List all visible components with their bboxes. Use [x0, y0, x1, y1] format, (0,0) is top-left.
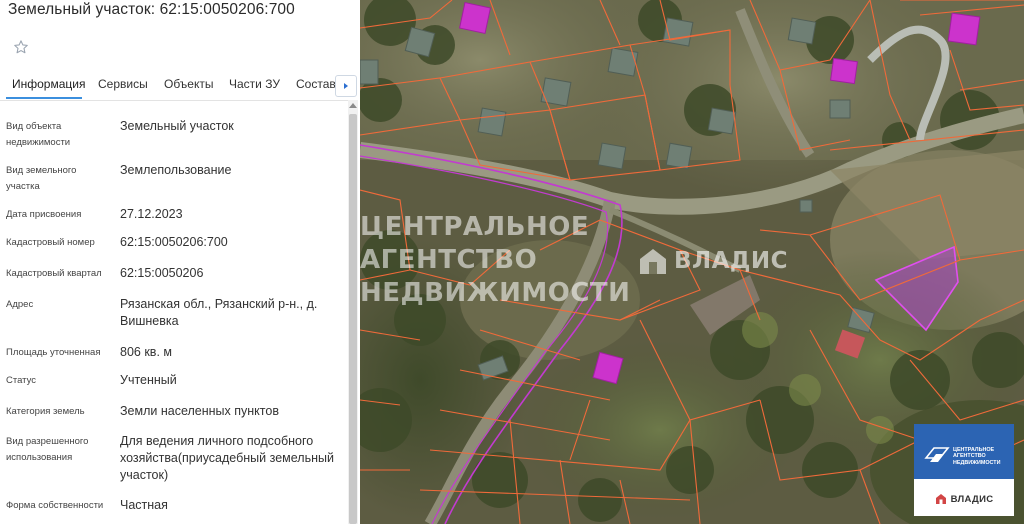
value-assigned-date: 27.12.2023: [120, 207, 183, 221]
star-icon: [14, 40, 28, 54]
value-ownership: Частная: [120, 498, 168, 512]
label-permitted-use: Вид разрешенного использования: [6, 436, 89, 463]
divider: [0, 100, 352, 101]
label-object-type: Вид объекта недвижимости: [6, 121, 71, 148]
scrollbar-thumb[interactable]: [349, 114, 357, 524]
value-land-type: Землепользование: [120, 163, 232, 177]
tab-land-parts[interactable]: Части ЗУ: [229, 77, 280, 91]
value-land-category: Земли населенных пунктов: [120, 404, 279, 418]
value-address: Рязанская обл., Рязанский р-н., д. Вишне…: [120, 297, 318, 328]
watermark-line-3: НЕДВИЖИМОСТИ: [360, 278, 631, 308]
tabs-scroll-right-button[interactable]: [335, 75, 357, 97]
label-land-type: Вид земельного участка: [6, 165, 77, 192]
tab-information[interactable]: Информация: [12, 77, 85, 91]
agency-logo-icon: [924, 447, 950, 462]
value-area: 806 кв. м: [120, 345, 172, 359]
house-logo-icon: [935, 494, 946, 504]
brand-footer-name: ВЛАДИС: [950, 493, 994, 505]
watermark-line-1: ЦЕНТРАЛЬНОЕ: [360, 212, 590, 242]
map-view[interactable]: ЦЕНТРАЛЬНОЕ АГЕНТСТВО НЕДВИЖИМОСТИ ВЛАДИ…: [360, 0, 1024, 524]
page-title: Земельный участок: 62:15:0050206:700: [8, 1, 295, 18]
favorite-button[interactable]: [6, 33, 36, 61]
tab-services[interactable]: Сервисы: [98, 77, 148, 91]
brand-name-text: ЦЕНТРАЛЬНОЕ АГЕНТСТВО НЕДВИЖИМОСТИ: [953, 447, 1001, 466]
house-logo-icon: [640, 249, 666, 274]
active-tab-indicator: [6, 97, 82, 99]
label-ownership: Форма собственности: [6, 500, 104, 511]
watermark-logo: ВЛАДИС: [638, 246, 788, 276]
tab-composition[interactable]: Состав: [296, 77, 336, 91]
value-cadastral-quarter: 62:15:0050206: [120, 266, 204, 280]
brand-panel: ЦЕНТРАЛЬНОЕ АГЕНТСТВО НЕДВИЖИМОСТИ: [914, 424, 1014, 479]
value-object-type: Земельный участок: [120, 119, 234, 133]
label-area: Площадь уточненная: [6, 347, 101, 358]
tab-bar: Информация Сервисы Объекты Части ЗУ Сост…: [0, 70, 360, 100]
chevron-right-icon: [344, 83, 348, 89]
label-assigned-date: Дата присвоения: [6, 209, 82, 220]
watermark-line-2: АГЕНТСТВО: [360, 245, 538, 275]
scroll-up-arrow-icon[interactable]: [349, 103, 357, 108]
label-cadastral-quarter: Кадастровый квартал: [6, 268, 102, 279]
tab-objects[interactable]: Объекты: [164, 77, 214, 91]
info-panel: Земельный участок: 62:15:0050206:700 Инф…: [0, 0, 360, 524]
agency-brand-badge: ЦЕНТРАЛЬНОЕ АГЕНТСТВО НЕДВИЖИМОСТИ ВЛАДИ…: [914, 424, 1014, 516]
brand-footer: ВЛАДИС: [914, 489, 1014, 509]
label-status: Статус: [6, 375, 37, 386]
watermark-brand: ВЛАДИС: [674, 248, 789, 274]
panel-scrollbar[interactable]: [348, 100, 358, 524]
value-permitted-use: Для ведения личного подсобного хозяйства…: [120, 434, 334, 482]
label-cadastral-number: Кадастровый номер: [6, 237, 95, 248]
label-land-category: Категория земель: [6, 406, 85, 417]
label-address: Адрес: [6, 299, 34, 310]
value-status: Учтенный: [120, 373, 177, 387]
value-cadastral-number: 62:15:0050206:700: [120, 235, 228, 249]
